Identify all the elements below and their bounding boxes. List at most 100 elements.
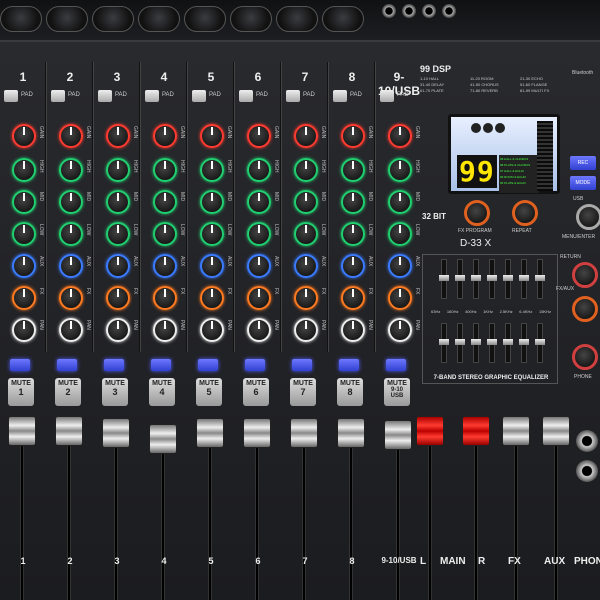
knob-pan[interactable] bbox=[59, 318, 83, 342]
aux-master-fader[interactable] bbox=[542, 416, 570, 446]
knob-pan[interactable] bbox=[388, 318, 412, 342]
main-left-fader[interactable] bbox=[416, 416, 444, 446]
pad-button[interactable] bbox=[239, 90, 253, 102]
rca-input[interactable] bbox=[442, 4, 456, 18]
fx-aux-knob[interactable] bbox=[572, 296, 598, 322]
pad-button[interactable] bbox=[286, 90, 300, 102]
eq-band-knob[interactable] bbox=[439, 339, 449, 345]
eq-band-knob[interactable] bbox=[487, 275, 497, 281]
mode-button[interactable]: MODE bbox=[570, 176, 596, 190]
knob-fx[interactable] bbox=[153, 286, 177, 310]
menu-enter-knob[interactable] bbox=[576, 204, 600, 230]
mute-button[interactable]: MUTE 6 bbox=[243, 378, 269, 406]
knob-mid[interactable] bbox=[294, 190, 318, 214]
knob-gain[interactable] bbox=[294, 124, 318, 148]
knob-aux[interactable] bbox=[106, 254, 130, 278]
xlr-input-8[interactable] bbox=[322, 6, 364, 32]
headphone-jack-icon[interactable] bbox=[576, 430, 598, 452]
xlr-input-1[interactable] bbox=[0, 6, 42, 32]
channel-fader[interactable] bbox=[384, 420, 412, 450]
mute-button[interactable]: MUTE 5 bbox=[196, 378, 222, 406]
knob-mid[interactable] bbox=[247, 190, 271, 214]
rec-button[interactable]: REC bbox=[570, 156, 596, 170]
knob-fx[interactable] bbox=[341, 286, 365, 310]
knob-gain[interactable] bbox=[59, 124, 83, 148]
knob-aux[interactable] bbox=[200, 254, 224, 278]
eq-band-knob[interactable] bbox=[455, 339, 465, 345]
knob-aux[interactable] bbox=[341, 254, 365, 278]
eq-band-knob[interactable] bbox=[535, 339, 545, 345]
knob-pan[interactable] bbox=[12, 318, 36, 342]
mute-button[interactable]: MUTE 8 bbox=[337, 378, 363, 406]
knob-mid[interactable] bbox=[153, 190, 177, 214]
mute-button[interactable]: MUTE 4 bbox=[149, 378, 175, 406]
knob-low[interactable] bbox=[200, 222, 224, 246]
knob-high[interactable] bbox=[388, 158, 412, 182]
knob-low[interactable] bbox=[106, 222, 130, 246]
eq-band-knob[interactable] bbox=[455, 275, 465, 281]
knob-pan[interactable] bbox=[153, 318, 177, 342]
main-right-fader[interactable] bbox=[462, 416, 490, 446]
knob-gain[interactable] bbox=[153, 124, 177, 148]
knob-fx[interactable] bbox=[294, 286, 318, 310]
channel-fader[interactable] bbox=[290, 418, 318, 448]
channel-fader[interactable] bbox=[196, 418, 224, 448]
pad-button[interactable] bbox=[380, 90, 394, 102]
knob-gain[interactable] bbox=[12, 124, 36, 148]
channel-fader[interactable] bbox=[55, 416, 83, 446]
knob-mid[interactable] bbox=[341, 190, 365, 214]
channel-fader[interactable] bbox=[8, 416, 36, 446]
mute-button[interactable]: MUTE 2 bbox=[55, 378, 81, 406]
xlr-input-2[interactable] bbox=[46, 6, 88, 32]
headphone-jack[interactable] bbox=[576, 460, 598, 482]
eq-band-knob[interactable] bbox=[471, 339, 481, 345]
knob-aux[interactable] bbox=[59, 254, 83, 278]
pad-button[interactable] bbox=[98, 90, 112, 102]
eq-band-knob[interactable] bbox=[503, 275, 513, 281]
knob-high[interactable] bbox=[12, 158, 36, 182]
knob-fx[interactable] bbox=[388, 286, 412, 310]
pad-button[interactable] bbox=[51, 90, 65, 102]
jack-input-10[interactable] bbox=[402, 4, 416, 18]
channel-fader[interactable] bbox=[149, 424, 177, 454]
knob-high[interactable] bbox=[106, 158, 130, 182]
xlr-input-5[interactable] bbox=[184, 6, 226, 32]
pad-button[interactable] bbox=[192, 90, 206, 102]
jack-input-9[interactable] bbox=[382, 4, 396, 18]
xlr-input-4[interactable] bbox=[138, 6, 180, 32]
knob-low[interactable] bbox=[294, 222, 318, 246]
fx-program-knob[interactable] bbox=[464, 200, 490, 226]
knob-mid[interactable] bbox=[12, 190, 36, 214]
knob-high[interactable] bbox=[341, 158, 365, 182]
knob-fx[interactable] bbox=[106, 286, 130, 310]
mute-button[interactable]: MUTE 9-10 USB bbox=[384, 378, 410, 406]
knob-mid[interactable] bbox=[106, 190, 130, 214]
pad-button[interactable] bbox=[333, 90, 347, 102]
rca-input[interactable] bbox=[422, 4, 436, 18]
knob-low[interactable] bbox=[12, 222, 36, 246]
knob-gain[interactable] bbox=[106, 124, 130, 148]
knob-mid[interactable] bbox=[59, 190, 83, 214]
eq-band-knob[interactable] bbox=[471, 275, 481, 281]
knob-pan[interactable] bbox=[341, 318, 365, 342]
knob-fx[interactable] bbox=[247, 286, 271, 310]
channel-fader[interactable] bbox=[102, 418, 130, 448]
eq-band-knob[interactable] bbox=[487, 339, 497, 345]
knob-high[interactable] bbox=[153, 158, 177, 182]
knob-pan[interactable] bbox=[106, 318, 130, 342]
mute-button[interactable]: MUTE 1 bbox=[8, 378, 34, 406]
knob-mid[interactable] bbox=[200, 190, 224, 214]
knob-gain[interactable] bbox=[200, 124, 224, 148]
knob-mid[interactable] bbox=[388, 190, 412, 214]
eq-band-knob[interactable] bbox=[503, 339, 513, 345]
knob-low[interactable] bbox=[153, 222, 177, 246]
knob-gain[interactable] bbox=[388, 124, 412, 148]
knob-low[interactable] bbox=[388, 222, 412, 246]
return-knob[interactable] bbox=[572, 262, 598, 288]
channel-fader[interactable] bbox=[337, 418, 365, 448]
channel-fader[interactable] bbox=[243, 418, 271, 448]
knob-gain[interactable] bbox=[247, 124, 271, 148]
knob-gain[interactable] bbox=[341, 124, 365, 148]
knob-high[interactable] bbox=[247, 158, 271, 182]
pad-button[interactable] bbox=[4, 90, 18, 102]
